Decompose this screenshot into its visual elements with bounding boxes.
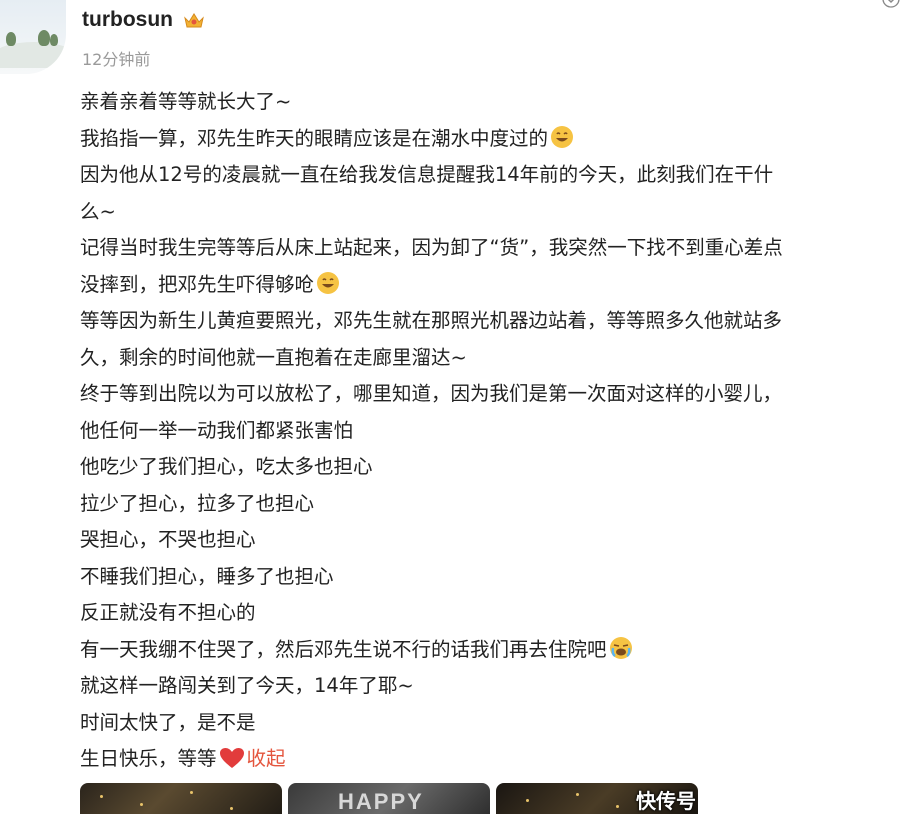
sparkle — [576, 793, 579, 796]
grin-emoji-icon — [550, 125, 574, 149]
post-line: 等等因为新生儿黄疸要照光，邓先生就在那照光机器边站着，等等照多久他就站多 — [80, 309, 783, 332]
avatar-tree — [38, 30, 50, 46]
heart-icon — [219, 745, 245, 768]
image-thumbnail[interactable] — [80, 783, 282, 814]
post-line: 记得当时我生完等等后从床上站起来，因为卸了“货”，我突然一下找不到重心差点 — [80, 236, 783, 259]
sparkle — [190, 791, 193, 794]
crown-badge-icon — [183, 11, 205, 30]
sparkle — [140, 803, 143, 806]
post-line: 久，剩余的时间他就一直抱着在走廊里溜达~ — [80, 345, 467, 369]
post-line: 他吃少了我们担心，吃太多也担心 — [80, 455, 373, 478]
sparkle — [616, 805, 619, 808]
post-header: turbosun — [82, 8, 205, 32]
post-body: 亲着亲着等等就长大了~ 我掐指一算，邓先生昨天的眼睛应该是在潮水中度过的 因为他… — [80, 84, 905, 778]
post-line: 因为他从12号的凌晨就一直在给我发信息提醒我14年前的今天，此刻我们在干什 — [80, 163, 774, 186]
avatar[interactable] — [0, 0, 66, 74]
grin-emoji-icon — [316, 271, 340, 295]
thumbnail-text: HAPPY — [338, 789, 424, 814]
avatar-tree — [50, 34, 58, 46]
sparkle — [230, 807, 233, 810]
post-timestamp: 12分钟前 — [82, 50, 151, 69]
post-line: 没摔到，把邓先生吓得够呛 — [80, 267, 905, 304]
post-line: 他任何一举一动我们都紧张害怕 — [80, 418, 354, 442]
post-line: 哭担心，不哭也担心 — [80, 528, 256, 551]
avatar-tree — [6, 32, 16, 46]
post-line: 亲着亲着等等就长大了~ — [80, 90, 292, 113]
post-line: 我掐指一算，邓先生昨天的眼睛应该是在潮水中度过的 — [80, 121, 905, 158]
watermark: 快传号 — [636, 789, 696, 813]
post-line: 反正就没有不担心的 — [80, 601, 256, 624]
post-line: 就这样一路闯关到了今天，14年了耶~ — [80, 674, 414, 697]
post-line: 么~ — [80, 199, 116, 223]
post-line: 时间太快了，是不是 — [80, 710, 256, 734]
collapse-link[interactable]: 收起 — [247, 747, 286, 770]
post-line: 生日快乐，等等 收起 — [80, 745, 286, 770]
sparkle — [100, 795, 103, 798]
chevron-down-icon[interactable] — [882, 0, 900, 8]
image-thumbnail[interactable]: HAPPY — [288, 783, 490, 814]
post-line: 有一天我绷不住哭了，然后邓先生说不行的话我们再去住院吧 — [80, 632, 905, 669]
post-line: 不睡我们担心，睡多了也担心 — [80, 564, 334, 588]
post-line: 终于等到出院以为可以放松了，哪里知道，因为我们是第一次面对这样的小婴儿， — [80, 382, 783, 405]
sparkle — [526, 799, 529, 802]
crying-emoji-icon — [609, 636, 633, 660]
username[interactable]: turbosun — [82, 8, 173, 32]
image-grid: HAPPY — [80, 783, 700, 814]
post-line: 拉少了担心，拉多了也担心 — [80, 491, 315, 515]
